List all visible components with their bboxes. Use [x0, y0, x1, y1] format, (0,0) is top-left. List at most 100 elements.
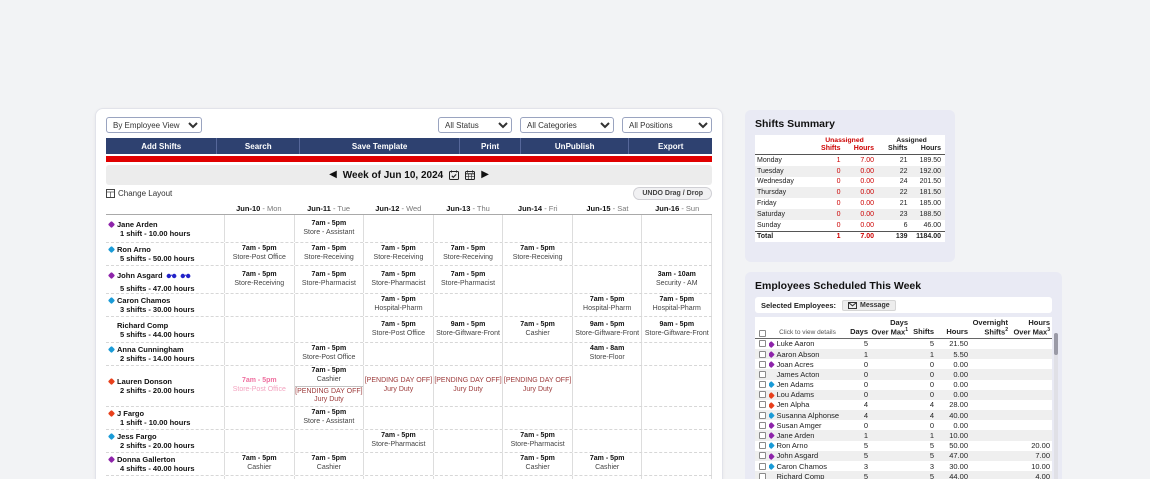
shift-cell-tue[interactable]: [293, 317, 364, 342]
shift-entry[interactable]: 7am - 5pm Store - Assistant: [295, 408, 364, 428]
shift-cell-fri[interactable]: [502, 266, 572, 293]
shift-cell-wed[interactable]: 7am - 5pm Store-Receiving: [363, 243, 433, 265]
shift-cell-sat[interactable]: 4am - 8am Store-Floor: [571, 343, 642, 365]
employee-name[interactable]: Lou Adams: [777, 390, 815, 399]
shift-entry[interactable]: 7am - 5pm Store-Post Office: [295, 344, 364, 364]
shift-cell-thu[interactable]: [PENDING DAY OFF] Jury Duty: [432, 366, 503, 406]
shift-cell-thu[interactable]: [432, 453, 503, 475]
message-button[interactable]: Message: [842, 299, 896, 311]
view-select[interactable]: By Employee View: [106, 117, 202, 133]
shift-cell-sun[interactable]: [641, 215, 713, 242]
employee-checkbox[interactable]: [758, 432, 766, 440]
shift-entry[interactable]: 7am - 5pm Store-Post Office: [225, 376, 294, 396]
shift-cell-sun[interactable]: [641, 453, 713, 475]
positions-select[interactable]: All Positions: [622, 117, 712, 133]
shift-entry[interactable]: 7am - 5pm Hospital-Pharm: [642, 295, 711, 315]
shift-cell-thu[interactable]: [432, 343, 503, 365]
shift-entry[interactable]: [PENDING DAY OFF] Jury Duty: [503, 376, 572, 396]
shift-cell-tue[interactable]: 7am - 5pm Store-Post Office: [293, 343, 364, 365]
employee-name[interactable]: Caron Chamos: [117, 296, 170, 305]
select-all-checkbox[interactable]: [758, 329, 766, 337]
shift-cell-sat[interactable]: [571, 430, 642, 452]
shift-entry[interactable]: 7am - 5pm Store-Receiving: [364, 244, 433, 264]
shift-cell-mon[interactable]: [224, 430, 294, 452]
shift-entry[interactable]: 9am - 5pm Store-Giftware-Front: [434, 320, 503, 340]
employee-checkbox[interactable]: [758, 462, 766, 470]
shift-cell-sun[interactable]: [641, 343, 713, 365]
shift-cell-fri[interactable]: [502, 343, 572, 365]
shift-entry[interactable]: 9am - 5pm Store-Giftware-Front: [642, 320, 711, 340]
employee-name[interactable]: John Asgard: [777, 451, 819, 460]
shift-cell-sun[interactable]: 3am - 10am Security - AM: [641, 266, 713, 293]
shift-entry[interactable]: 7am - 5pm Store - Assistant: [295, 219, 364, 239]
shift-cell-sat[interactable]: 9am - 5pm Store-Giftware-Front: [571, 317, 642, 342]
employee-name[interactable]: Jess Fargo: [117, 432, 157, 441]
shift-cell-mon[interactable]: [224, 294, 294, 316]
shift-cell-sat[interactable]: [571, 215, 642, 242]
shift-entry[interactable]: 7am - 5pm Cashier: [225, 454, 294, 474]
employee-checkbox[interactable]: [758, 401, 766, 409]
shift-cell-wed[interactable]: 7am - 5pm Store-Pharmacist: [363, 430, 433, 452]
calendar-icon[interactable]: [465, 170, 476, 180]
shift-entry[interactable]: [PENDING DAY OFF] Jury Duty: [294, 385, 364, 407]
shift-cell-thu[interactable]: [432, 407, 503, 429]
employee-name-cell[interactable]: Jane Arden: [769, 431, 846, 440]
employee-name[interactable]: Caron Chamos: [777, 462, 827, 471]
shift-cell-wed[interactable]: 7am - 5pm Hospital-Pharm: [363, 294, 433, 316]
shift-cell-mon[interactable]: [224, 407, 294, 429]
shift-cell-sat[interactable]: [571, 243, 642, 265]
shift-entry[interactable]: 7am - 5pm Store-Receiving: [225, 270, 294, 290]
shift-cell-wed[interactable]: 7am - 5pm Store-Pharmacist: [363, 266, 433, 293]
employee-name[interactable]: Lauren Donson: [117, 377, 172, 386]
employee-checkbox[interactable]: [758, 452, 766, 460]
employee-name-cell[interactable]: Luke Aaron: [769, 339, 846, 348]
shift-entry[interactable]: [PENDING DAY OFF] Jury Duty: [434, 376, 503, 396]
shift-cell-fri[interactable]: 7am - 5pm Store-Receiving: [502, 243, 572, 265]
shift-cell-tue[interactable]: [293, 430, 364, 452]
shift-entry[interactable]: 7am - 5pm Cashier: [295, 366, 364, 386]
employee-checkbox[interactable]: [758, 411, 766, 419]
shift-cell-sun[interactable]: 7am - 5pm Hospital-Pharm: [641, 294, 713, 316]
shift-entry[interactable]: 7am - 5pm Store-Post Office: [225, 244, 294, 264]
shift-entry[interactable]: 4am - 8am Store-Floor: [573, 344, 642, 364]
employee-name[interactable]: Jen Alpha: [777, 400, 810, 409]
shift-entry[interactable]: 7am - 5pm Cashier: [503, 320, 572, 340]
shift-cell-thu[interactable]: [432, 294, 503, 316]
shift-cell-fri[interactable]: [502, 294, 572, 316]
shift-cell-mon[interactable]: 7am - 5pm Store-Receiving: [224, 266, 294, 293]
shift-cell-sun[interactable]: [641, 366, 713, 406]
employee-name-cell[interactable]: Joan Acres: [769, 360, 846, 369]
employee-name[interactable]: Ron Arno: [117, 245, 151, 254]
status-select[interactable]: All Status: [438, 117, 512, 133]
shift-cell-thu[interactable]: [432, 215, 503, 242]
shift-cell-wed[interactable]: [PENDING DAY OFF] Jury Duty: [363, 366, 433, 406]
calendar-check-icon[interactable]: [449, 170, 460, 180]
shift-entry[interactable]: 7am - 5pm Store-Receiving: [434, 244, 503, 264]
shift-cell-sun[interactable]: 9am - 5pm Store-Giftware-Front: [641, 317, 713, 342]
employee-checkbox[interactable]: [758, 350, 766, 358]
shift-entry[interactable]: 7am - 5pm Store-Pharmacist: [364, 270, 433, 290]
employee-name[interactable]: Anna Cunningham: [117, 345, 184, 354]
employee-checkbox[interactable]: [758, 370, 766, 378]
employee-name[interactable]: Luke Aaron: [777, 339, 815, 348]
shift-entry[interactable]: 7am - 5pm Cashier: [573, 454, 642, 474]
employee-checkbox[interactable]: [758, 381, 766, 389]
employee-name-cell[interactable]: Caron Chamos: [769, 462, 846, 471]
employee-name-cell[interactable]: Richard Comp: [769, 472, 846, 479]
shift-entry[interactable]: 7am - 5pm Store-Receiving: [295, 244, 364, 264]
shift-cell-thu[interactable]: 7am - 5pm Store-Pharmacist: [432, 266, 503, 293]
shift-cell-fri[interactable]: 7am - 5pm Store-Pharmacist: [502, 430, 572, 452]
shift-cell-fri[interactable]: 7am - 5pm Cashier: [502, 453, 572, 475]
shift-cell-fri[interactable]: 7am - 5pm Cashier: [502, 317, 572, 342]
shift-cell-tue[interactable]: 7am - 5pm Cashier [PENDING DAY OFF] Jury Du…: [293, 366, 364, 407]
toolbar-button-search[interactable]: Search: [216, 138, 299, 154]
shift-entry[interactable]: 7am - 5pm Hospital-Pharm: [573, 295, 642, 315]
shift-cell-mon[interactable]: 7am - 5pm Store-Post Office: [224, 243, 294, 265]
toolbar-button-save-template[interactable]: Save Template: [299, 138, 459, 154]
shift-cell-wed[interactable]: 7am - 5pm Store-Post Office: [363, 317, 433, 342]
employee-name[interactable]: Richard Comp: [777, 472, 825, 479]
employee-name[interactable]: Donna Gallerton: [117, 455, 175, 464]
employee-name[interactable]: Joan Acres: [777, 360, 814, 369]
shift-entry[interactable]: 7am - 5pm Store-Pharmacist: [434, 270, 503, 290]
shift-cell-fri[interactable]: [502, 407, 572, 429]
